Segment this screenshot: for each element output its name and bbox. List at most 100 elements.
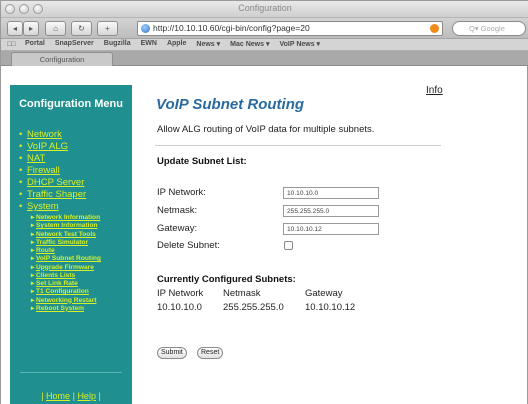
sidebar: Configuration Menu • Network • VoIP ALG • N… — [10, 85, 132, 404]
submenu-item-label: Clients Lists — [36, 271, 76, 279]
add-bookmark-button[interactable]: + — [97, 21, 118, 36]
submenu-item-label: Set Link Rate — [36, 280, 78, 287]
sidebar-item-network[interactable]: • Network — [19, 129, 101, 141]
sidebar-item-label: VoIP ALG — [27, 141, 69, 152]
bookmark-snapserver[interactable]: SnapServer — [55, 40, 94, 48]
home-icon: ⌂ — [53, 24, 58, 33]
sidebar-item-system[interactable]: • System ▸ Network Information ▸ System Inf… — [19, 201, 101, 313]
ip-network-input[interactable] — [283, 187, 379, 199]
title-bar: Configuration — [1, 1, 528, 18]
netmask-label: Netmask: — [157, 205, 198, 216]
column-header-gateway: Gateway — [305, 288, 343, 299]
submenu-item-label: Network Test Tools — [36, 230, 96, 238]
reset-button[interactable]: Reset — [197, 347, 224, 359]
submenu-item-route[interactable]: ▸ Route — [31, 247, 101, 255]
system-submenu: ▸ Network Information ▸ System Information… — [31, 214, 101, 313]
submenu-item-networking-restart[interactable]: ▸ Networking Restart — [31, 297, 101, 305]
bookmark-voip-news[interactable]: VoIP News ▾ — [279, 40, 320, 48]
netmask-input[interactable] — [283, 205, 379, 217]
back-button[interactable]: ◂ — [7, 21, 23, 36]
submenu-item-t1-configuration[interactable]: ▸ T1 Configuration — [31, 288, 101, 296]
table-cell-gateway: 10.10.10.12 — [305, 302, 356, 313]
search-placeholder: Q▾ Google — [469, 24, 505, 33]
bullet-icon: • — [19, 153, 23, 164]
gateway-label: Gateway: — [157, 223, 198, 234]
sidebar-item-firewall[interactable]: • Firewall — [19, 165, 101, 177]
sidebar-item-dhcp-server[interactable]: • DHCP Server — [19, 177, 101, 189]
help-link[interactable]: Help — [77, 391, 96, 401]
footer-separator: | — [41, 391, 44, 401]
home-link[interactable]: Home — [46, 391, 70, 401]
bullet-icon: • — [19, 129, 23, 140]
submenu-item-voip-subnet-routing[interactable]: ▸ VoIP Subnet Routing — [31, 255, 101, 263]
submenu-item-label: T1 Configuration — [36, 288, 89, 296]
submenu-item-label: Reboot System — [36, 304, 84, 312]
submenu-item-traffic-simulator[interactable]: ▸ Traffic Simulator — [31, 239, 101, 247]
submenu-item-network-information[interactable]: ▸ Network Information — [31, 214, 101, 222]
submenu-item-reboot-system[interactable]: ▸ Reboot System — [31, 305, 101, 313]
submit-button[interactable]: Submit — [157, 347, 187, 359]
tab-configuration[interactable]: Configuration — [11, 52, 113, 66]
bookmark-bugzilla[interactable]: Bugzilla — [104, 40, 131, 48]
sidebar-item-voip-alg[interactable]: • VoIP ALG — [19, 141, 101, 153]
forward-button[interactable]: ▸ — [23, 21, 39, 36]
sidebar-menu: • Network • VoIP ALG • NAT • Firewall • DHCP … — [19, 129, 101, 313]
home-button[interactable]: ⌂ — [45, 21, 66, 36]
delete-subnet-checkbox[interactable] — [284, 241, 293, 250]
submenu-item-label: Network Information — [36, 214, 101, 221]
window-title: Configuration — [238, 3, 292, 13]
column-header-ip-network: IP Network — [157, 288, 204, 299]
address-bar[interactable]: http://10.10.10.60/cgi-bin/config?page=2… — [137, 21, 443, 36]
sidebar-item-label: NAT — [27, 153, 46, 164]
tab-bar: Configuration — [1, 51, 528, 66]
page-description: Allow ALG routing of VoIP data for multi… — [157, 124, 375, 135]
footer-separator: | — [72, 391, 75, 401]
page-title: VoIP Subnet Routing — [156, 96, 305, 113]
sidebar-item-label: Firewall — [27, 165, 60, 176]
table-cell-ip-network: 10.10.10.0 — [157, 302, 202, 313]
bookmark-ewn[interactable]: EWN — [141, 40, 157, 48]
bookmarks-list: Portal SnapServer Bugzilla EWN Apple New… — [25, 40, 320, 48]
divider — [155, 145, 441, 146]
bookmarks-bar: □□ Portal SnapServer Bugzilla EWN Apple … — [1, 39, 528, 51]
submenu-item-system-information[interactable]: ▸ System Information — [31, 222, 101, 230]
bookmark-portal[interactable]: Portal — [25, 40, 45, 48]
sidebar-item-traffic-shaper[interactable]: • Traffic Shaper — [19, 189, 101, 201]
bookmark-news[interactable]: News ▾ — [196, 40, 220, 48]
table-cell-netmask: 255.255.255.0 — [223, 302, 284, 313]
submenu-item-network-test-tools[interactable]: ▸ Network Test Tools — [31, 231, 101, 239]
browser-window: Configuration ◂ ▸ ⌂ ↻ + http://10.10.10.… — [0, 0, 528, 404]
bullet-icon: • — [19, 141, 23, 152]
bookmarks-icon[interactable]: □□ — [7, 41, 15, 48]
ip-network-label: IP Network: — [157, 187, 206, 198]
submenu-item-clients-lists[interactable]: ▸ Clients Lists — [31, 272, 101, 280]
url-text: http://10.10.10.60/cgi-bin/config?page=2… — [153, 23, 310, 33]
reload-button[interactable]: ↻ — [71, 21, 92, 36]
submenu-item-label: Route — [36, 247, 55, 254]
submenu-item-label: System Information — [36, 222, 98, 230]
sidebar-divider — [20, 372, 122, 373]
page-content: Configuration Menu • Network • VoIP ALG • N… — [1, 67, 527, 404]
info-link[interactable]: Info — [426, 85, 443, 96]
submenu-item-label: Networking Restart — [36, 296, 97, 304]
footer-separator: | — [98, 391, 101, 401]
submenu-item-set-link-rate[interactable]: ▸ Set Link Rate — [31, 280, 101, 288]
bookmark-apple[interactable]: Apple — [167, 40, 186, 48]
plus-icon: + — [105, 24, 110, 33]
bookmark-mac-news[interactable]: Mac News ▾ — [230, 40, 269, 48]
sidebar-item-label: System — [27, 201, 59, 212]
delete-subnet-label: Delete Subnet: — [157, 240, 220, 251]
sidebar-item-nat[interactable]: • NAT — [19, 153, 101, 165]
update-heading: Update Subnet List: — [157, 156, 247, 167]
column-header-netmask: Netmask — [223, 288, 261, 299]
submenu-item-upgrade-firmware[interactable]: ▸ Upgrade Firmware — [31, 264, 101, 272]
globe-icon — [141, 24, 150, 33]
bullet-icon: • — [19, 189, 23, 200]
search-input[interactable]: Q▾ Google — [452, 21, 526, 36]
submenu-item-label: Traffic Simulator — [36, 238, 89, 246]
gateway-input[interactable] — [283, 223, 379, 235]
reload-icon: ↻ — [78, 24, 85, 33]
submenu-item-label: VoIP Subnet Routing — [36, 255, 101, 263]
rss-icon[interactable] — [430, 24, 439, 33]
menu-title: Configuration Menu — [19, 98, 123, 110]
